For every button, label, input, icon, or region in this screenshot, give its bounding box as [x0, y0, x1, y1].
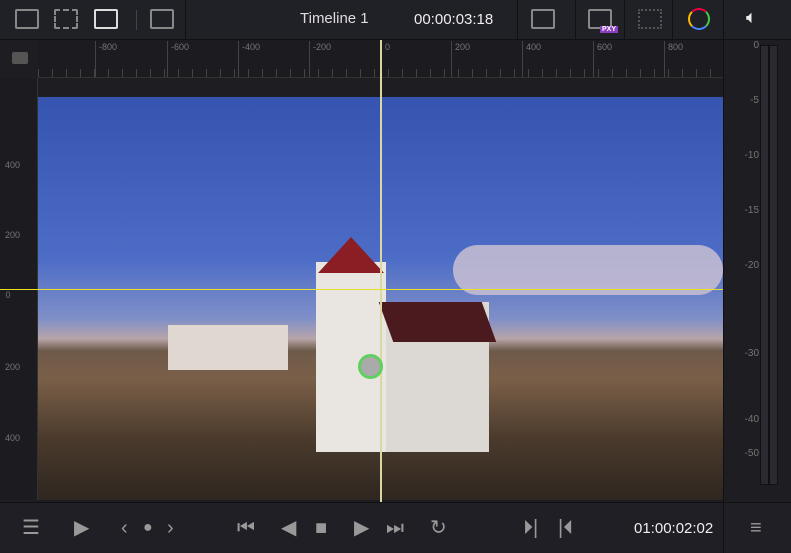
- mark-out-icon[interactable]: |⏴: [558, 517, 573, 539]
- lock-icon[interactable]: [12, 52, 28, 64]
- ruler-label: 0: [5, 290, 11, 300]
- church-roof: [318, 237, 384, 273]
- go-to-end-icon[interactable]: ⏭: [386, 517, 404, 539]
- meter-label: -15: [744, 205, 759, 216]
- overlay-icon[interactable]: [638, 9, 662, 29]
- ruler-label: 400: [526, 42, 542, 52]
- cloud: [453, 245, 723, 295]
- timeline-selector[interactable]: Timeline 1: [300, 10, 369, 27]
- multicam-icon[interactable]: [150, 9, 174, 29]
- ruler-label: 200: [455, 42, 471, 52]
- ruler-label: 800: [668, 42, 684, 52]
- meter-label: -50: [744, 448, 759, 459]
- meter-label: -30: [744, 348, 759, 359]
- sliders-icon[interactable]: ☰: [22, 517, 40, 539]
- ruler-label: -400: [242, 42, 261, 52]
- meter-label: -5: [750, 95, 759, 106]
- ruler-label: 400: [5, 160, 21, 170]
- single-viewer-icon[interactable]: [15, 9, 39, 29]
- ruler-label: 600: [597, 42, 613, 52]
- house: [168, 325, 288, 370]
- ruler-label: -200: [313, 42, 332, 52]
- play-icon[interactable]: ▶: [354, 517, 369, 539]
- viewer-toolbar: Timeline 1 00:00:03:18 PXY 🔈︎: [0, 0, 791, 40]
- meter-channel-right: [769, 45, 778, 485]
- menu-icon[interactable]: ≡: [750, 517, 762, 539]
- meter-label: -40: [744, 414, 759, 425]
- go-to-start-icon[interactable]: ⏮: [237, 517, 255, 539]
- proxy-badge: PXY: [599, 26, 618, 33]
- mark-in-icon[interactable]: ⏵|: [523, 517, 538, 539]
- ruler-label: 0: [385, 42, 391, 52]
- stop-icon[interactable]: ■: [315, 517, 327, 539]
- ruler-label: -800: [99, 42, 118, 52]
- crosshair-vertical[interactable]: [380, 40, 382, 502]
- source-timeline-viewer-icon[interactable]: [94, 9, 118, 29]
- crosshair-horizontal[interactable]: [0, 289, 723, 290]
- play-reverse-icon[interactable]: ◀: [281, 517, 296, 539]
- timecode-display: 00:00:03:18: [414, 11, 494, 28]
- clip-play-icon[interactable]: ▶: [74, 517, 89, 539]
- ruler-label: 200: [5, 230, 21, 240]
- transport-timecode: 01:00:02:02: [634, 520, 714, 537]
- meter-label: -10: [744, 150, 759, 161]
- audio-meter: 0 -5 -10 -15 -20 -30 -40 -50: [723, 40, 791, 502]
- meter-label: -20: [744, 260, 759, 271]
- keyframe-icon[interactable]: ●: [143, 517, 153, 539]
- smart-reframe-icon[interactable]: [688, 8, 710, 30]
- speaker-icon[interactable]: 🔈︎: [746, 7, 757, 28]
- nave-roof: [378, 302, 497, 342]
- cinema-viewer-icon[interactable]: [54, 9, 78, 29]
- prev-keyframe-icon[interactable]: ‹: [121, 517, 128, 539]
- meter-channel-left: [760, 45, 769, 485]
- ruler-label: 400: [5, 433, 21, 443]
- loop-icon[interactable]: ↻: [430, 517, 447, 539]
- ruler-label: 200: [5, 362, 21, 372]
- viewer-zoom-icon[interactable]: [531, 9, 555, 29]
- next-keyframe-icon[interactable]: ›: [167, 517, 174, 539]
- meter-label: 0: [753, 40, 759, 51]
- proxy-icon[interactable]: PXY: [588, 9, 618, 33]
- ruler-label: -600: [171, 42, 190, 52]
- tracker-point[interactable]: [358, 354, 383, 379]
